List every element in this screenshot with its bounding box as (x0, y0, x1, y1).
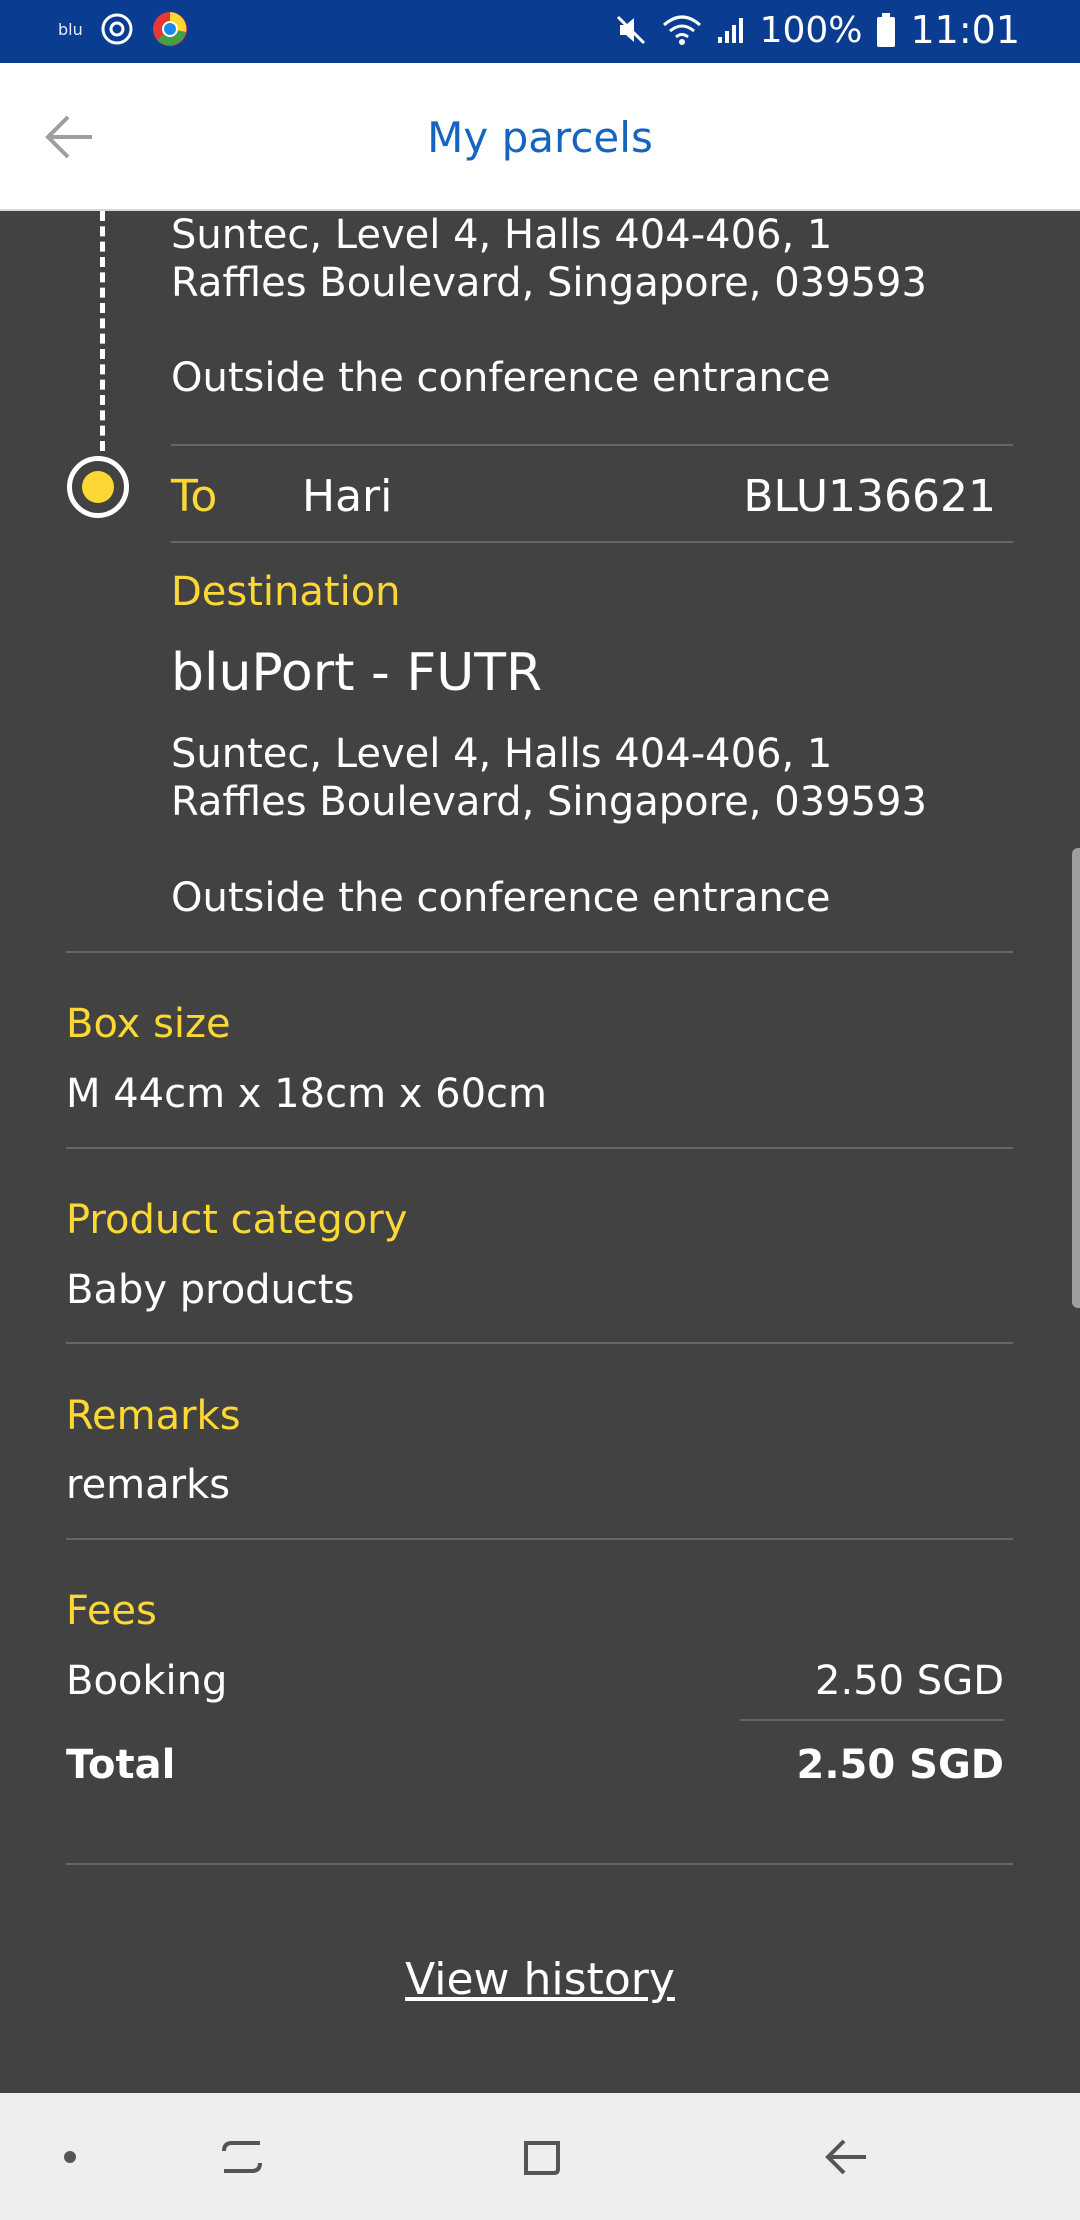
product-category-value: Baby products (66, 1267, 355, 1313)
view-history-link[interactable]: View history (0, 1954, 1080, 2005)
remarks-label: Remarks (66, 1393, 241, 1439)
recipient-label: To (171, 471, 218, 522)
divider (171, 541, 1013, 543)
total-fee-label: Total (66, 1742, 176, 1788)
page-title: My parcels (427, 113, 653, 162)
parcel-details[interactable]: Suntec, Level 4, Halls 404-406, 1 Raffle… (0, 211, 1080, 2093)
remarks-value: remarks (66, 1462, 231, 1508)
divider (66, 1863, 1013, 1865)
divider (66, 1538, 1013, 1540)
mute-icon (616, 15, 645, 45)
booking-fee-value: 2.50 SGD (815, 1658, 1004, 1704)
divider (740, 1719, 1004, 1721)
product-category-label: Product category (66, 1197, 408, 1243)
wifi-icon (662, 15, 701, 45)
clock: 11:01 (910, 8, 1020, 52)
destination-note: Outside the conference entrance (171, 875, 831, 921)
booking-fee-label: Booking (66, 1658, 228, 1704)
battery-percent: 100% (759, 9, 863, 51)
app-bar: My parcels (0, 63, 1080, 211)
destination-label: Destination (171, 569, 401, 615)
box-size-value: M 44cm x 18cm x 60cm (66, 1071, 547, 1117)
origin-note: Outside the conference entrance (171, 355, 831, 401)
scrollbar[interactable] (1072, 848, 1080, 1308)
recent-apps-icon[interactable] (212, 2127, 272, 2187)
signal-icon (717, 18, 743, 43)
divider (66, 1342, 1013, 1344)
destination-marker-icon (67, 456, 129, 518)
parcel-code: BLU136621 (743, 471, 996, 522)
battery-icon (877, 13, 896, 47)
divider (66, 1147, 1013, 1149)
route-dashed-line (100, 211, 105, 451)
destination-address: Suntec, Level 4, Halls 404-406, 1 Raffle… (171, 731, 927, 825)
destination-name: bluPort - FUTR (171, 643, 543, 703)
system-nav-bar (0, 2093, 1080, 2220)
total-fee-value: 2.50 SGD (796, 1742, 1004, 1788)
box-size-label: Box size (66, 1001, 231, 1047)
home-icon[interactable] (512, 2127, 572, 2187)
sync-icon (101, 13, 133, 45)
status-bar: blu 100% 11:01 (0, 0, 1080, 63)
recipient-name: Hari (302, 471, 393, 522)
divider (66, 951, 1013, 953)
app-notification-label: blu (58, 19, 83, 39)
origin-address: Suntec, Level 4, Halls 404-406, 1 Raffle… (171, 212, 927, 306)
fees-label: Fees (66, 1588, 157, 1634)
back-icon[interactable] (816, 2127, 876, 2187)
nav-dot-icon[interactable] (40, 2127, 100, 2187)
chrome-icon (152, 12, 187, 46)
divider (171, 444, 1013, 446)
